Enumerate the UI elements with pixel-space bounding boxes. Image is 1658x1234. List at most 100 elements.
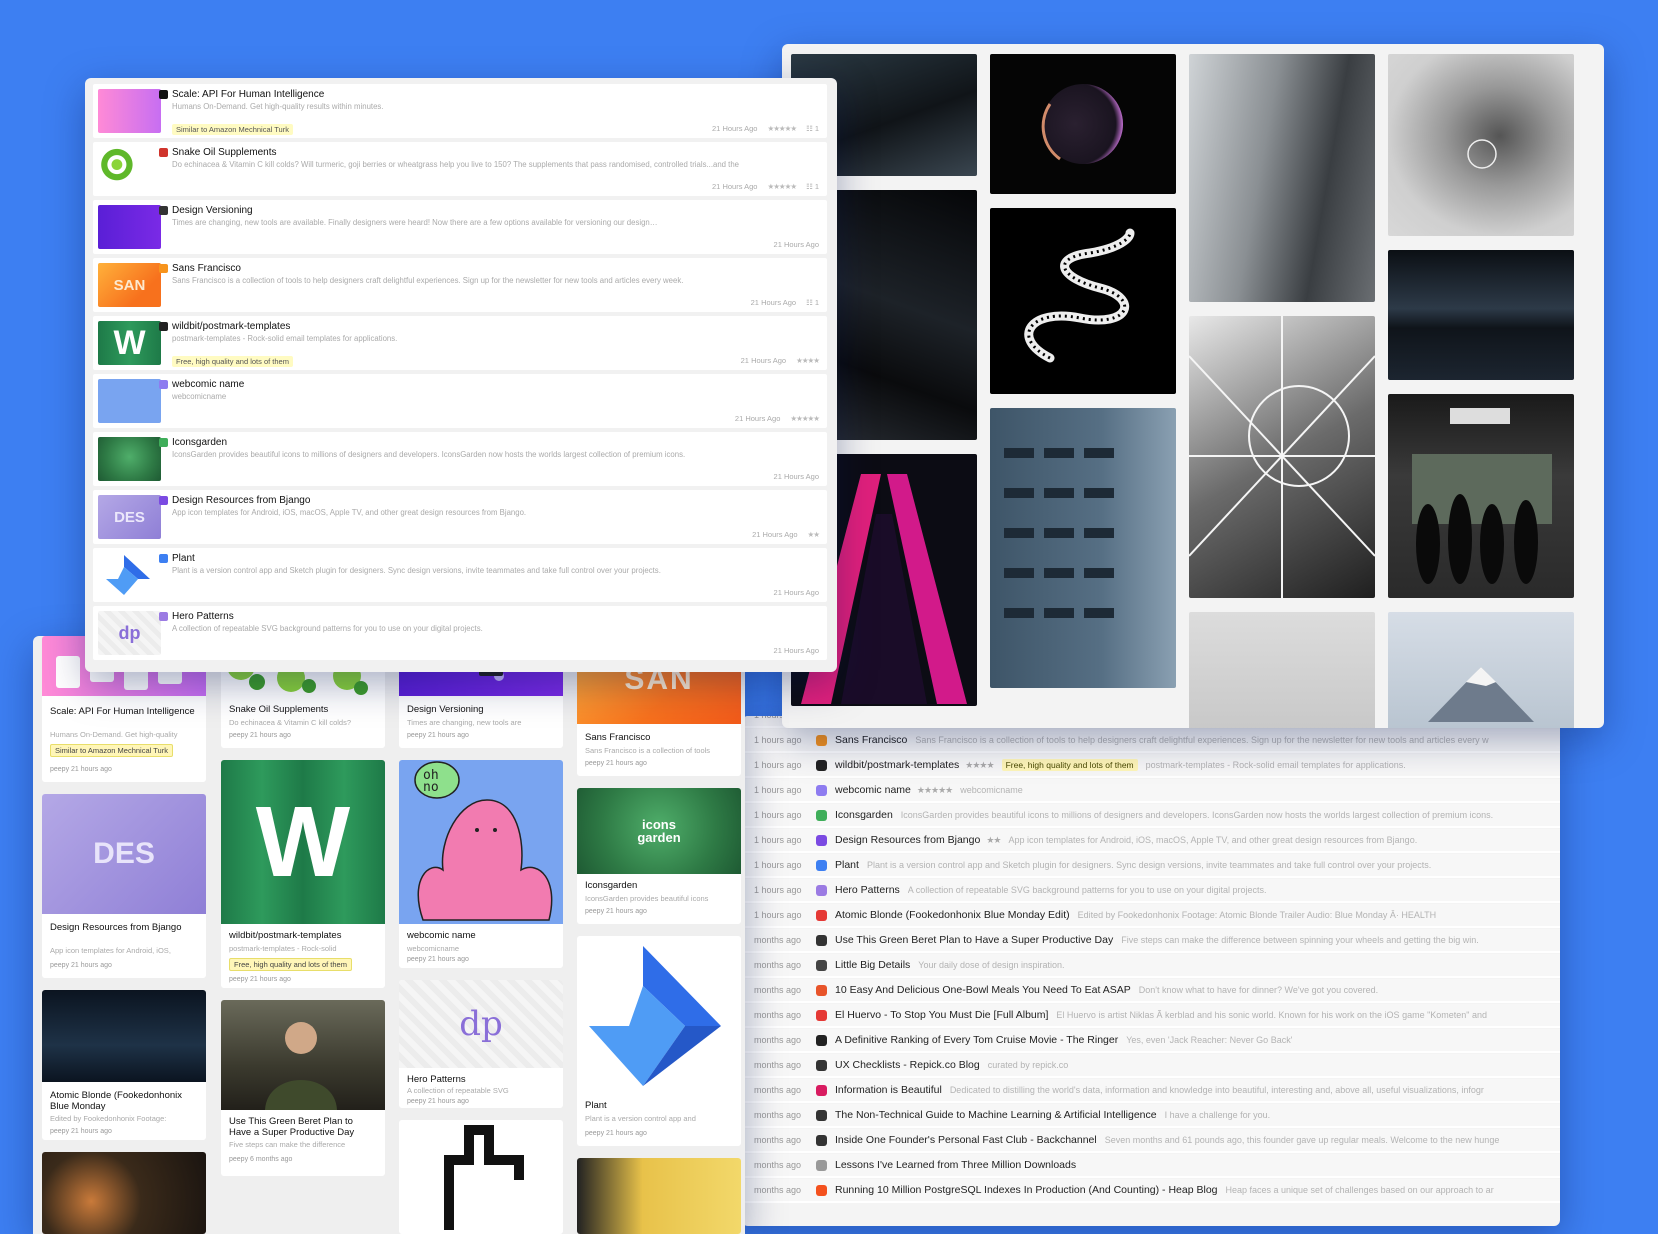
list-row-title[interactable]: Sans Francisco: [835, 734, 907, 746]
list-row-title[interactable]: Plant: [835, 859, 859, 871]
list-row-title[interactable]: Design Resources from Bjango: [835, 834, 980, 846]
list-row[interactable]: 1 hours ago Sans Francisco Sans Francisco …: [742, 729, 1560, 753]
list-row-title[interactable]: Use This Green Beret Plan to Have a Supe…: [835, 934, 1113, 946]
bookmark-row[interactable]: Plant Plant is a version control app and …: [93, 548, 827, 602]
card-tag: Similar to Amazon Mechnical Turk: [50, 744, 173, 757]
card-iconsgarden[interactable]: icons garden Iconsgarden IconsGarden pro…: [577, 788, 741, 924]
list-row-title[interactable]: webcomic name: [835, 784, 911, 796]
list-row[interactable]: months ago Inside One Founder's Personal …: [742, 1129, 1560, 1153]
list-row-title[interactable]: wildbit/postmark-templates: [835, 759, 959, 771]
card-atomic-blonde[interactable]: Atomic Blonde (Fookedonhonix Blue Monday…: [42, 990, 206, 1140]
star-rating[interactable]: ★★★★: [796, 356, 820, 365]
card-yellow[interactable]: [577, 1158, 741, 1234]
list-row-title[interactable]: Little Big Details: [835, 959, 910, 971]
list-row-title[interactable]: The Non-Technical Guide to Machine Learn…: [835, 1109, 1157, 1121]
star-rating[interactable]: ★★★★★: [767, 182, 797, 191]
bookmark-description: App icon templates for Android, iOS, mac…: [172, 508, 527, 517]
card-pixel-art[interactable]: [399, 1120, 563, 1234]
bookmark-row[interactable]: webcomic name webcomicname 21 Hours Ago ★★★…: [93, 374, 827, 428]
list-row-title[interactable]: Information is Beautiful: [835, 1084, 942, 1096]
list-row[interactable]: months ago Little Big Details Your daily d…: [742, 954, 1560, 978]
list-row-title[interactable]: Iconsgarden: [835, 809, 893, 821]
list-row-title[interactable]: 10 Easy And Delicious One-Bowl Meals You…: [835, 984, 1131, 996]
list-row-title[interactable]: Hero Patterns: [835, 884, 900, 896]
card-hero-patterns[interactable]: dp Hero Patterns A collection of repeata…: [399, 980, 563, 1108]
list-row-title[interactable]: A Definitive Ranking of Every Tom Cruise…: [835, 1034, 1118, 1046]
card-green-beret[interactable]: Use This Green Beret Plan to Have a Supe…: [221, 1000, 385, 1176]
list-row[interactable]: 1 hours ago Hero Patterns A collection of …: [742, 879, 1560, 903]
list-row[interactable]: months ago The Non-Technical Guide to Mac…: [742, 1104, 1560, 1128]
list-row[interactable]: 1 hours ago Iconsgarden IconsGarden provid…: [742, 804, 1560, 828]
list-row[interactable]: 1 hours ago wildbit/postmark-templates ★★★…: [742, 754, 1560, 778]
photo-tall-buildings[interactable]: [1189, 54, 1375, 302]
list-row-tag[interactable]: Free, high quality and lots of them: [1001, 759, 1138, 771]
photo-blue-building[interactable]: [990, 408, 1176, 688]
photo-ferris-wheel[interactable]: [1188, 316, 1376, 598]
card-plant[interactable]: Plant Plant is a version control app and…: [577, 936, 741, 1146]
bookmark-title[interactable]: Hero Patterns: [172, 611, 234, 622]
list-row[interactable]: months ago UX Checklists - Repick.co Blog…: [742, 1054, 1560, 1078]
bookmark-title[interactable]: Sans Francisco: [172, 263, 241, 274]
photo-moon[interactable]: [990, 54, 1176, 194]
bookmark-row[interactable]: Design Versioning Times are changing, new…: [93, 200, 827, 254]
card-webcomic[interactable]: oh no webcomic name webcomicname peepy 2…: [399, 760, 563, 968]
list-row[interactable]: months ago Running 10 Million PostgreSQL …: [742, 1179, 1560, 1203]
card-bjango[interactable]: DES Design Resources from Bjango App ico…: [42, 794, 206, 978]
list-row[interactable]: months ago Use This Green Beret Plan to H…: [742, 929, 1560, 953]
bookmark-title[interactable]: wildbit/postmark-templates: [172, 321, 290, 332]
card-title: Snake Oil Supplements: [229, 704, 329, 715]
star-rating[interactable]: ★★★★★: [917, 785, 953, 796]
star-rating[interactable]: ★★★★: [965, 760, 994, 771]
list-row[interactable]: months ago A Definitive Ranking of Every …: [742, 1029, 1560, 1053]
list-row[interactable]: months ago 10 Easy And Delicious One-Bowl…: [742, 979, 1560, 1003]
bookmark-row[interactable]: dp Hero Patterns A collection of repeatabl…: [93, 606, 827, 660]
bookmark-row[interactable]: SAN Sans Francisco Sans Francisco is a col…: [93, 258, 827, 312]
bookmark-title[interactable]: Design Versioning: [172, 205, 253, 216]
list-row-title[interactable]: UX Checklists - Repick.co Blog: [835, 1059, 980, 1071]
photo-station-crowd[interactable]: [1388, 394, 1574, 598]
bookmark-row[interactable]: Scale: API For Human Intelligence Humans …: [93, 84, 827, 138]
card-desc: App icon templates for Android, iOS,: [50, 946, 171, 955]
bookmark-row[interactable]: Snake Oil Supplements Do echinacea & Vita…: [93, 142, 827, 196]
list-row[interactable]: months ago Lessons I've Learned from Thre…: [742, 1154, 1560, 1178]
list-row[interactable]: months ago El Huervo - To Stop You Must D…: [742, 1004, 1560, 1028]
bookmark-title[interactable]: webcomic name: [172, 379, 244, 390]
card-desc: Five steps can make the difference: [229, 1140, 346, 1149]
star-rating[interactable]: ★★★★★: [767, 124, 797, 133]
card-wildbit[interactable]: W wildbit/postmark-templates postmark-te…: [221, 760, 385, 988]
list-row[interactable]: 1 hours ago Plant Plant is a version contr…: [742, 854, 1560, 878]
bookmark-title[interactable]: Snake Oil Supplements: [172, 147, 277, 158]
card-title: Design Resources from Bjango: [50, 922, 182, 933]
bookmark-description: Sans Francisco is a collection of tools …: [172, 276, 684, 285]
list-row-title[interactable]: Lessons I've Learned from Three Million …: [835, 1159, 1076, 1171]
list-row-title[interactable]: Atomic Blonde (Fookedonhonix Blue Monday…: [835, 909, 1070, 921]
photo-blurred-figure[interactable]: [1388, 54, 1574, 236]
bookmark-row[interactable]: Iconsgarden IconsGarden provides beautifu…: [93, 432, 827, 486]
list-row[interactable]: 1 hours ago webcomic name ★★★★★ webcomicnam…: [742, 779, 1560, 803]
photo-snake-drawing[interactable]: [990, 208, 1176, 394]
bookmark-row[interactable]: DES Design Resources from Bjango App icon …: [93, 490, 827, 544]
list-row[interactable]: 1 hours ago Design Resources from Bjango ★…: [742, 829, 1560, 853]
list-row[interactable]: months ago Information is Beautiful Dedica…: [742, 1079, 1560, 1103]
bookmark-title[interactable]: Iconsgarden: [172, 437, 227, 448]
photo-night-lake[interactable]: [1388, 250, 1574, 380]
image-masonry-window: [782, 44, 1604, 728]
favicon-icon: [816, 1009, 827, 1021]
bookmark-tag[interactable]: Free, high quality and lots of them: [172, 356, 293, 367]
star-rating[interactable]: ★★★★★: [790, 414, 820, 423]
list-row-title[interactable]: El Huervo - To Stop You Must Die [Full A…: [835, 1009, 1048, 1021]
photo-foggy[interactable]: [1189, 612, 1375, 728]
bookmark-tag[interactable]: Similar to Amazon Mechnical Turk: [172, 124, 293, 135]
list-row-title[interactable]: Inside One Founder's Personal Fast Club …: [835, 1134, 1097, 1146]
star-rating[interactable]: ★★: [808, 530, 820, 539]
list-row[interactable]: 1 hours ago Atomic Blonde (Fookedonhonix …: [742, 904, 1560, 928]
bookmark-title[interactable]: Plant: [172, 553, 195, 564]
photo-mount-fuji[interactable]: [1388, 612, 1574, 728]
bookmark-row[interactable]: Wwildbit/postmark-templates postmark-temp…: [93, 316, 827, 370]
star-rating[interactable]: ★★: [986, 835, 1001, 846]
list-row-title[interactable]: Running 10 Million PostgreSQL Indexes In…: [835, 1184, 1218, 1196]
card-food[interactable]: [42, 1152, 206, 1234]
bookmark-title[interactable]: Scale: API For Human Intelligence: [172, 89, 324, 100]
crowd-silhouettes: [1412, 408, 1552, 584]
bookmark-title[interactable]: Design Resources from Bjango: [172, 495, 310, 506]
